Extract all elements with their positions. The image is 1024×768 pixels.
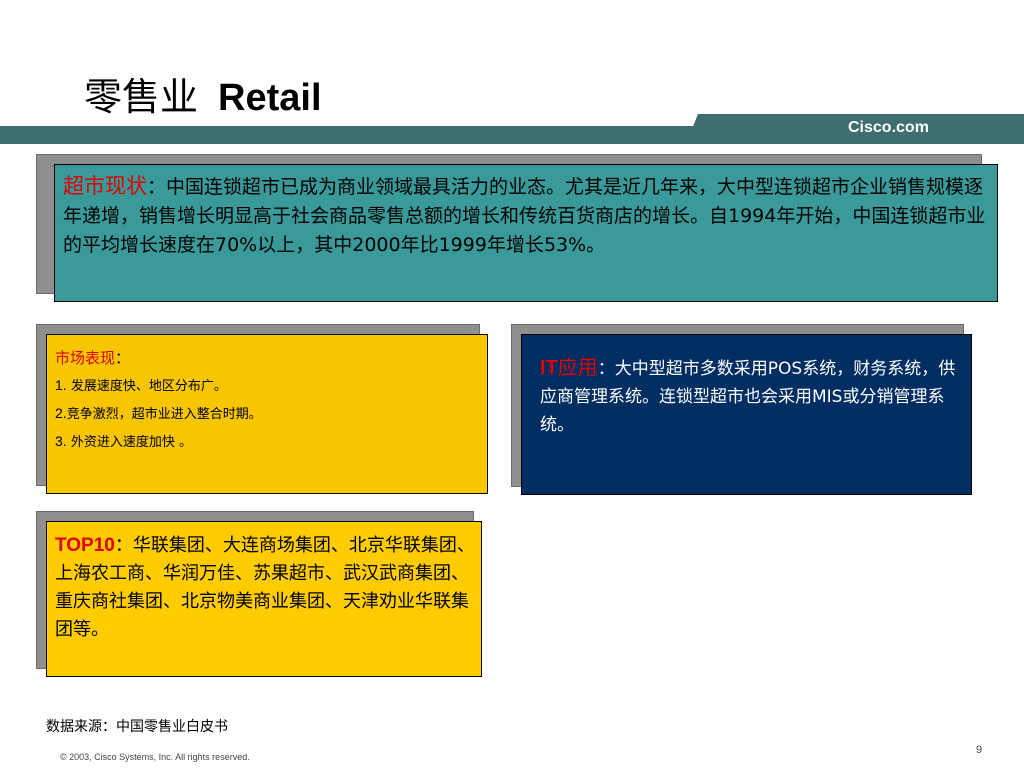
status-colon: ：: [147, 176, 167, 198]
source-note: 数据来源：中国零售业白皮书: [46, 719, 228, 735]
list-item: 2.竞争激烈，超市业进入整合时期。: [55, 403, 477, 425]
copyright-notice: © 2003, Cisco Systems, Inc. All rights r…: [60, 752, 250, 762]
list-item-number: 3.: [55, 433, 67, 449]
list-item-text: 外资进入速度加快 。: [70, 435, 192, 450]
status-box: 超市现状：中国连锁超市已成为商业领域最具活力的业态。尤其是近几年来，大中型连锁超…: [54, 164, 998, 302]
it-label: IT应用: [540, 355, 598, 379]
market-label: 市场表现: [55, 349, 116, 367]
status-text: 中国连锁超市已成为商业领域最具活力的业态。尤其是近几年来，大中型连锁超市企业销售…: [63, 176, 986, 256]
list-item: 3. 外资进入速度加快 。: [55, 431, 477, 453]
list-item: 1. 发展速度快、地区分布广。: [55, 375, 477, 397]
market-box: 市场表现： 1. 发展速度快、地区分布广。 2.竞争激烈，超市业进入整合时期。 …: [46, 334, 488, 494]
it-label-chinese: 应用: [557, 355, 598, 379]
top10-label: TOP10: [55, 535, 115, 556]
title-english: Retail: [218, 77, 322, 119]
list-item-text: 竞争激烈，超市业进入整合时期。: [66, 407, 262, 422]
it-label-latin: IT: [540, 357, 558, 379]
market-colon: ：: [115, 349, 131, 367]
top10-box: TOP10：华联集团、大连商场集团、北京华联集团、上海农工商、华润万佳、苏果超市…: [46, 521, 482, 677]
list-item-text: 发展速度快、地区分布广。: [70, 379, 227, 394]
brand-label: Cisco.com: [848, 119, 929, 136]
slide-title: 零售业 Retail: [84, 66, 322, 121]
list-item-number: 2.: [55, 405, 67, 421]
page-number: 9: [976, 744, 983, 756]
it-colon: ：: [597, 359, 615, 379]
market-heading: 市场表现：: [55, 347, 477, 369]
top10-colon: ：: [114, 535, 133, 556]
it-box: IT应用：大中型超市多数采用POS系统，财务系统，供应商管理系统。连锁型超市也会…: [521, 334, 972, 495]
status-label: 超市现状: [63, 174, 147, 198]
title-chinese: 零售业: [84, 75, 199, 119]
list-item-number: 1.: [55, 377, 67, 393]
